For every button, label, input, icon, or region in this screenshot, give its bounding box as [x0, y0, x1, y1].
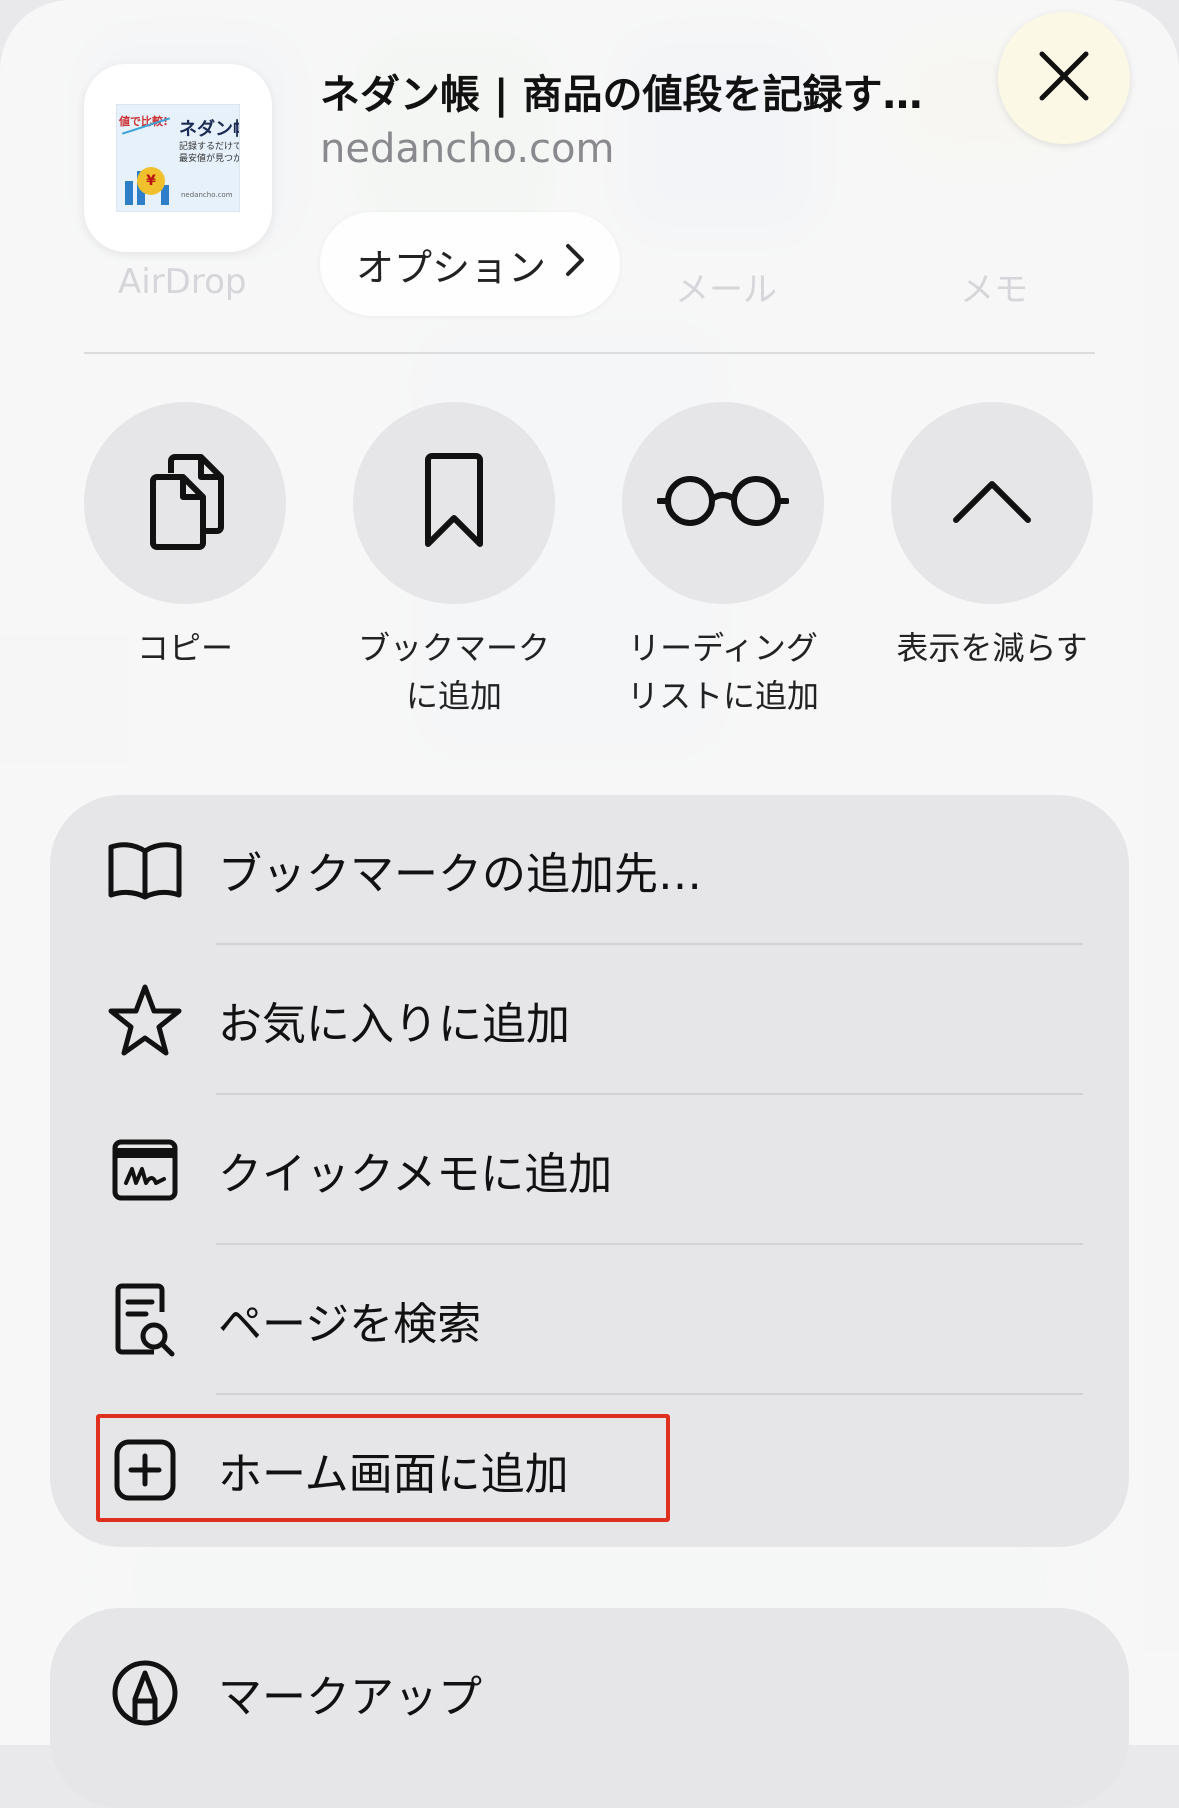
bookmark-icon	[422, 452, 486, 554]
show-less-action[interactable]: 表示を減らす	[887, 402, 1097, 672]
star-icon	[106, 981, 184, 1059]
page-domain: nedancho.com	[320, 126, 615, 172]
chevron-up-icon	[952, 478, 1032, 528]
header-divider	[84, 352, 1095, 354]
thumb-bar	[125, 181, 133, 205]
bg-label-mail: メール	[675, 270, 777, 310]
glasses-icon	[656, 473, 790, 533]
share-sheet: AirDrop メール メモ 値で比較! ¥ ネダン帳 記録するだけで、 最安値…	[0, 0, 1179, 1808]
thumb-heading: ネダン帳	[179, 119, 239, 140]
menu-item-add-favorites[interactable]: お気に入りに追加	[50, 945, 1129, 1095]
reading-list-circle	[622, 402, 824, 604]
markup-pen-icon	[106, 1654, 184, 1732]
add-bookmark-label: ブックマーク に追加	[357, 629, 550, 715]
reading-list-action[interactable]: リーディング リストに追加	[618, 402, 828, 720]
site-preview-image: 値で比較! ¥ ネダン帳 記録するだけで、 最安値が見つかる nedancho.…	[116, 104, 240, 212]
menu-item-quick-note[interactable]: クイックメモに追加	[50, 1095, 1129, 1245]
menu-item-label: マークアップ	[218, 1672, 482, 1723]
thumb-subtext: 記録するだけで、 最安値が見つかる	[179, 141, 239, 165]
options-button[interactable]: オプション	[320, 212, 621, 316]
show-less-label: 表示を減らす	[896, 629, 1088, 667]
copy-label: コピー	[136, 629, 233, 667]
highlight-box	[96, 1414, 670, 1522]
bg-label-memo: メモ	[960, 270, 1028, 310]
add-bookmark-circle	[353, 402, 555, 604]
menu-item-label: クイックメモに追加	[218, 1149, 613, 1200]
show-less-circle	[891, 402, 1093, 604]
menu-item-label: ページを検索	[218, 1299, 482, 1350]
page-title: ネダン帳 | 商品の値段を記録す…	[320, 72, 923, 118]
copy-action[interactable]: コピー	[80, 402, 290, 672]
quick-note-icon	[106, 1131, 184, 1209]
close-icon	[1038, 50, 1090, 106]
menu-item-bookmark-to[interactable]: ブックマークの追加先…	[50, 795, 1129, 945]
menu-item-find-on-page[interactable]: ページを検索	[50, 1245, 1129, 1395]
menu-group-2: マークアップ	[50, 1608, 1129, 1808]
find-on-page-icon	[106, 1281, 184, 1359]
chevron-right-icon	[564, 242, 586, 287]
thumb-yen-coin: ¥	[137, 167, 165, 195]
add-bookmark-action[interactable]: ブックマーク に追加	[349, 402, 559, 720]
book-icon	[106, 831, 184, 909]
thumb-line1: 記録するだけで、	[179, 142, 239, 152]
bg-label-airdrop: AirDrop	[118, 262, 247, 302]
thumb-line2: 最安値が見つかる	[179, 154, 239, 164]
reading-list-label: リーディング リストに追加	[626, 629, 819, 715]
thumb-url: nedancho.com	[181, 191, 233, 199]
menu-item-label: お気に入りに追加	[218, 999, 570, 1050]
close-button[interactable]	[998, 12, 1130, 144]
site-thumbnail: 値で比較! ¥ ネダン帳 記録するだけで、 最安値が見つかる nedancho.…	[84, 64, 272, 252]
options-label: オプション	[356, 245, 547, 290]
copy-action-circle	[84, 402, 286, 604]
menu-item-label: ブックマークの追加先…	[218, 849, 702, 900]
copy-icon	[143, 451, 227, 555]
menu-item-markup[interactable]: マークアップ	[50, 1618, 1129, 1768]
